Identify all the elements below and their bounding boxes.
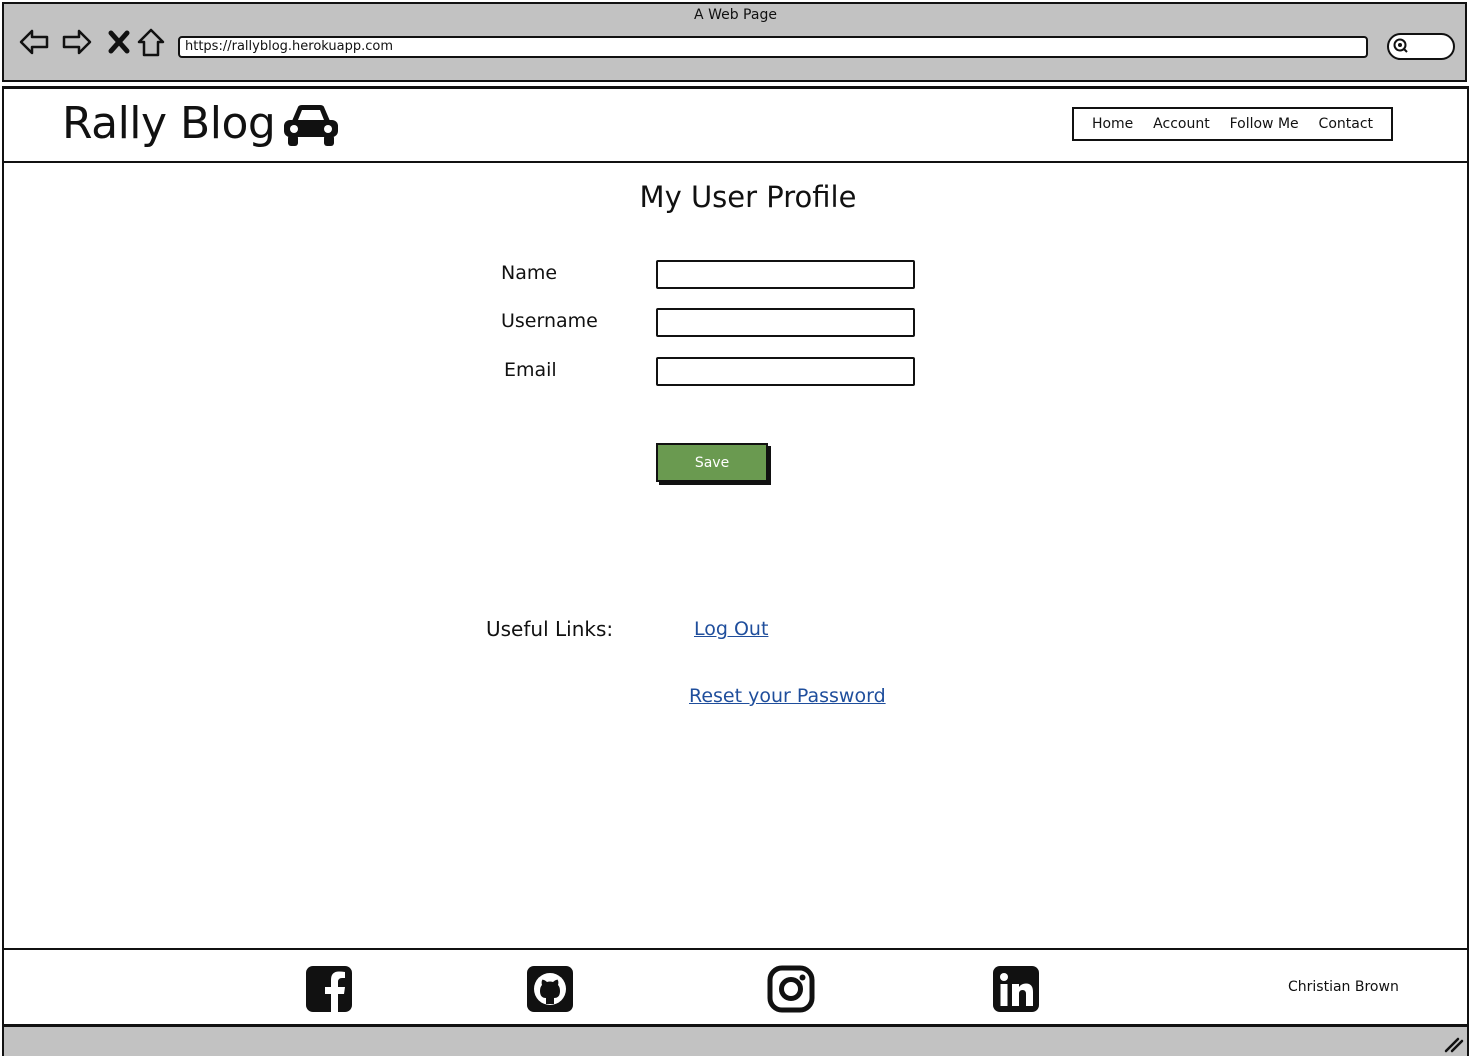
email-label: Email (504, 359, 557, 381)
stop-icon[interactable] (103, 26, 135, 58)
browser-search-field[interactable] (1387, 33, 1455, 60)
nav-home[interactable]: Home (1092, 116, 1133, 132)
email-field[interactable] (656, 357, 915, 386)
home-icon[interactable] (135, 26, 167, 58)
url-bar[interactable]: https://rallyblog.herokuapp.com (178, 36, 1368, 58)
useful-links-label: Useful Links: (486, 617, 614, 641)
nav-contact[interactable]: Contact (1319, 116, 1373, 132)
instagram-icon[interactable] (767, 965, 815, 1013)
log-out-link[interactable]: Log Out (694, 618, 768, 640)
back-arrow-icon[interactable] (18, 26, 50, 58)
username-label: Username (501, 310, 598, 332)
car-icon (282, 101, 340, 149)
page-border-left (2, 163, 4, 950)
forward-arrow-icon[interactable] (61, 26, 93, 58)
name-label: Name (501, 262, 558, 284)
resize-grip-icon[interactable] (1442, 1033, 1464, 1053)
window-title: A Web Page (694, 7, 777, 23)
nav-follow-me[interactable]: Follow Me (1230, 116, 1299, 132)
username-field[interactable] (656, 308, 915, 337)
linkedin-icon[interactable] (992, 965, 1040, 1013)
page-title: My User Profile (639, 180, 857, 214)
facebook-icon[interactable] (305, 965, 353, 1013)
site-footer (2, 948, 1469, 1027)
nav-account[interactable]: Account (1153, 116, 1210, 132)
page-border-right (1467, 163, 1469, 950)
save-button[interactable]: Save (656, 443, 768, 482)
footer-author: Christian Brown (1288, 979, 1399, 995)
name-field[interactable] (656, 260, 915, 289)
status-bar (2, 1027, 1469, 1056)
github-icon[interactable] (526, 965, 574, 1013)
search-icon (1393, 38, 1408, 53)
main-nav: Home Account Follow Me Contact (1072, 107, 1393, 141)
site-brand[interactable]: Rally Blog (62, 98, 276, 149)
reset-password-link[interactable]: Reset your Password (689, 685, 886, 707)
